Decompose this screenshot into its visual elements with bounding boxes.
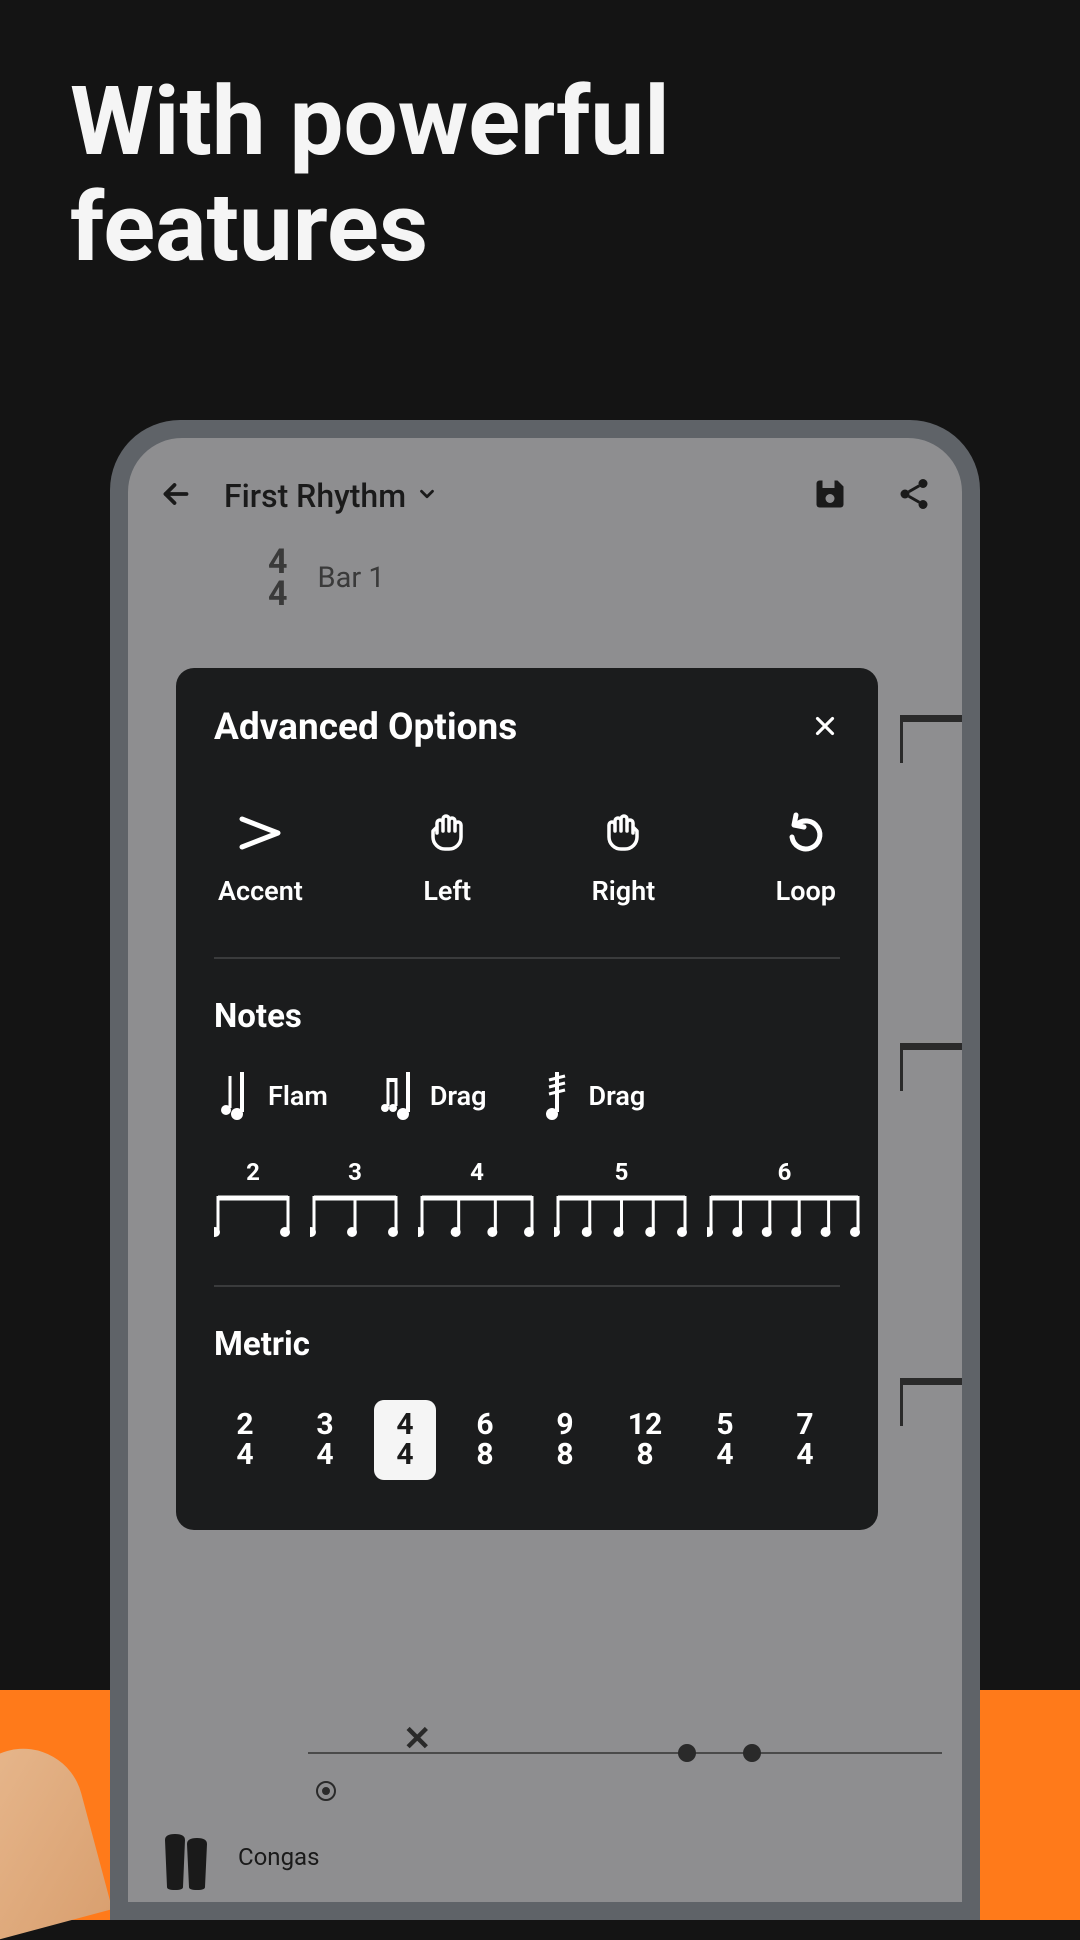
project-title: First Rhythm [224,477,406,515]
share-icon[interactable] [896,476,932,516]
background-notegroup [900,715,962,770]
left-label: Left [423,875,471,907]
chevron-down-icon [416,483,438,509]
title-dropdown[interactable]: First Rhythm [224,477,782,515]
note-dot [678,1744,696,1762]
congas-icon[interactable] [148,1822,218,1892]
left-hand-button[interactable]: Left [423,809,471,907]
background-notegroup [900,1043,962,1098]
metric-row: 24344468981285474 [214,1400,840,1480]
advanced-options-modal: Advanced Options Accent Left Right [176,668,878,1530]
metric-top: 4 [396,1410,413,1440]
metric-4-4-button[interactable]: 44 [374,1400,436,1480]
metric-bottom: 4 [236,1440,253,1470]
time-signature-row: 4 4 Bar 1 [128,536,962,631]
metric-bottom: 4 [716,1440,733,1470]
drag-roll-label: Drag [589,1080,646,1112]
metric-9-8-button[interactable]: 98 [534,1400,596,1480]
instrument-label: Congas [238,1843,319,1871]
tuplet-6-button[interactable]: 6 [707,1158,862,1240]
drag-label: Drag [430,1080,487,1112]
action-row: Accent Left Right Loop [214,809,840,907]
tuplet-3-button[interactable]: 3 [310,1158,400,1240]
metric-top: 7 [796,1410,813,1440]
note-dot [743,1744,761,1762]
phone-frame: First Rhythm 4 4 Bar 1 [110,420,980,1920]
note-types-row: Flam Drag Drag [214,1072,840,1120]
metric-6-8-button[interactable]: 68 [454,1400,516,1480]
target-icon [314,1779,338,1807]
tuplet-number: 3 [348,1158,362,1186]
tuplet-4-button[interactable]: 4 [418,1158,536,1240]
tuplet-5-button[interactable]: 5 [554,1158,689,1240]
tuplet-number: 4 [470,1158,484,1186]
notes-section-title: Notes [214,997,840,1036]
drag-icon [380,1072,416,1120]
tuplet-number: 2 [246,1158,260,1186]
app-bar: First Rhythm [128,438,962,536]
tuplet-icon [418,1190,536,1240]
drag-roll-icon [539,1072,575,1120]
metric-top: 6 [476,1410,493,1440]
tuplet-2-button[interactable]: 2 [214,1158,292,1240]
tuplet-icon [707,1190,862,1240]
drag-button[interactable]: Drag [380,1072,487,1120]
metric-7-4-button[interactable]: 74 [774,1400,836,1480]
accent-label: Accent [218,875,303,907]
metric-bottom: 8 [556,1440,573,1470]
phone-screen: First Rhythm 4 4 Bar 1 [128,438,962,1902]
flam-label: Flam [268,1080,328,1112]
loop-label: Loop [776,875,836,907]
marketing-headline: With powerful features [0,0,1080,281]
bar-label: Bar 1 [318,561,385,595]
metric-bottom: 8 [636,1440,653,1470]
metric-bottom: 8 [476,1440,493,1470]
metric-top: 2 [236,1410,253,1440]
background-notegroup [900,1378,962,1433]
metric-section-title: Metric [214,1325,840,1364]
flam-icon [218,1072,254,1120]
metric-bottom: 4 [316,1440,333,1470]
metric-bottom: 4 [396,1440,413,1470]
drag-roll-button[interactable]: Drag [539,1072,646,1120]
back-icon[interactable] [158,476,194,516]
metric-3-4-button[interactable]: 34 [294,1400,356,1480]
close-icon[interactable] [810,711,840,745]
tuplet-number: 6 [778,1158,792,1186]
divider [214,1285,840,1287]
right-hand-button[interactable]: Right [592,809,656,907]
tuplet-icon [554,1190,689,1240]
metric-top: 9 [556,1410,573,1440]
flam-button[interactable]: Flam [218,1072,328,1120]
time-signature[interactable]: 4 4 [268,546,288,611]
time-sig-bottom: 4 [268,578,288,610]
metric-5-4-button[interactable]: 54 [694,1400,756,1480]
tuplet-icon [214,1190,292,1240]
tuplet-number: 5 [615,1158,629,1186]
tuplet-icon [310,1190,400,1240]
modal-title: Advanced Options [214,706,517,749]
tuplet-row: 2 3 4 5 6 [214,1158,840,1240]
headline-line-1: With powerful [70,70,1010,176]
headline-line-2: features [70,176,1010,282]
metric-top: 3 [316,1410,333,1440]
staff-line: ✕ [308,1752,942,1802]
accent-button[interactable]: Accent [218,809,303,907]
metric-bottom: 4 [796,1440,813,1470]
save-icon[interactable] [812,476,848,516]
metric-top: 12 [628,1410,662,1440]
instrument-row: Congas [128,1822,962,1902]
metric-top: 5 [716,1410,733,1440]
right-label: Right [592,875,656,907]
metric-12-8-button[interactable]: 128 [614,1400,676,1480]
loop-button[interactable]: Loop [776,809,836,907]
divider [214,957,840,959]
cross-note: ✕ [403,1719,432,1759]
metric-2-4-button[interactable]: 24 [214,1400,276,1480]
